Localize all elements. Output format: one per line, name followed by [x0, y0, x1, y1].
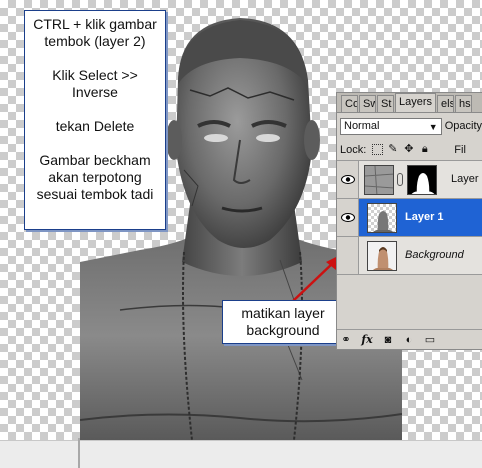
add-mask-icon[interactable]: ◙ [382, 333, 394, 347]
canvas-bottom-strip [0, 440, 482, 468]
layer-name[interactable]: Background [405, 249, 464, 261]
chain-link-icon [397, 173, 403, 186]
dropdown-caret-icon: ▼ [428, 121, 438, 132]
instruction-note: CTRL + klik gambar tembok (layer 2) Klik… [24, 10, 166, 230]
blend-mode-value: Normal [344, 119, 380, 132]
layer-thumbnail [364, 165, 394, 195]
panel-tabs: Co Sw St Layers els hs [337, 93, 482, 113]
panel-bottom-toolbar: ⚭ fx ◙ ◐ ▭ [337, 329, 482, 349]
callout-note: matikan layer background [222, 300, 344, 344]
layer-thumbnail [367, 241, 397, 271]
tab-swatches[interactable]: Sw [359, 95, 376, 112]
tab-color[interactable]: Co [341, 95, 358, 112]
eye-icon [340, 175, 355, 184]
instruction-step-1: CTRL + klik gambar tembok (layer 2) [33, 16, 157, 49]
canvas-edge [78, 438, 80, 468]
blend-mode-select[interactable]: Normal ▼ [340, 117, 442, 135]
layer-row-layer-1[interactable]: Layer 1 [337, 199, 482, 237]
visibility-toggle[interactable] [337, 199, 359, 236]
layer-thumbnail [367, 203, 397, 233]
adjustment-layer-icon[interactable]: ◐ [403, 333, 415, 347]
fx-icon[interactable]: fx [361, 333, 373, 347]
lock-all-icon[interactable]: 🔒︎ [418, 143, 431, 156]
lock-label: Lock: [340, 143, 367, 156]
fill-label: Fil [454, 143, 466, 156]
layer-row-background[interactable]: Background [337, 237, 482, 275]
eye-icon [340, 213, 355, 222]
visibility-toggle[interactable] [337, 237, 359, 274]
tab-layers[interactable]: Layers [395, 93, 437, 112]
blend-row: Normal ▼ Opacity [337, 113, 482, 139]
lock-transparent-icon[interactable] [372, 144, 384, 155]
tab-paths[interactable]: hs [455, 95, 473, 112]
layer-mask-thumbnail [407, 165, 437, 195]
new-group-folder-icon[interactable]: ▭ [424, 333, 436, 347]
lock-icons: ✎ ✥ 🔒︎ [372, 143, 434, 156]
tab-styles[interactable]: St [377, 95, 394, 112]
lock-row: Lock: ✎ ✥ 🔒︎ Fil [337, 139, 482, 161]
instruction-step-4: Gambar beckham akan terpotong sesuai tem… [36, 152, 154, 202]
layer-name[interactable]: Layer 2 [451, 173, 482, 185]
instruction-step-2: Klik Select >> Inverse [52, 67, 138, 100]
link-layers-icon[interactable]: ⚭ [340, 333, 352, 347]
visibility-toggle[interactable] [337, 161, 359, 198]
layer-row-layer-2[interactable]: Layer 2 [337, 161, 482, 199]
layers-panel: Co Sw St Layers els hs Normal ▼ Opacity … [336, 92, 482, 350]
tab-channels[interactable]: els [437, 95, 455, 112]
layer-name[interactable]: Layer 1 [405, 211, 444, 223]
opacity-label: Opacity [444, 120, 482, 132]
lock-pixels-icon[interactable]: ✎ [386, 143, 399, 156]
instruction-step-3: tekan Delete [55, 118, 135, 134]
lock-position-icon[interactable]: ✥ [402, 143, 415, 156]
